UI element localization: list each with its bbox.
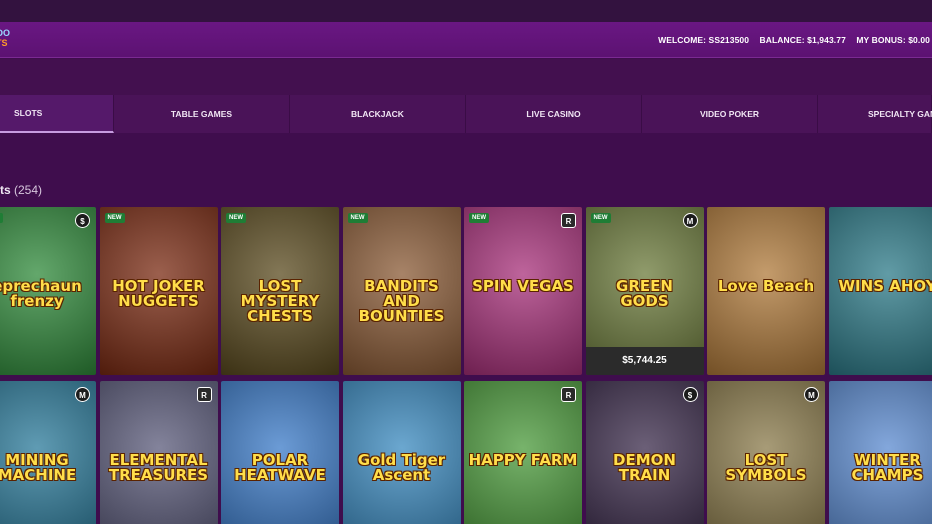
game-tile[interactable]: SPIN VEGAS NEW R — [464, 207, 582, 375]
game-title: WINS AHOY — [838, 277, 932, 295]
game-title: LOST MYSTERY CHESTS — [240, 277, 320, 325]
game-title: GREEN GODS — [616, 277, 673, 310]
provider-icon: R — [561, 387, 576, 402]
provider-icon: R — [196, 387, 212, 402]
tab-live-casino[interactable]: LIVE CASINO — [466, 95, 642, 133]
provider-icon: M — [804, 387, 819, 402]
tab-slots[interactable]: SLOTS — [0, 95, 114, 133]
game-tile[interactable]: DEMON TRAIN $ — [585, 381, 704, 524]
game-title: Love Beach — [717, 277, 815, 295]
site-header: OO TS WELCOME: SS213500 BALANCE: $1,943.… — [0, 22, 932, 58]
game-tile[interactable]: Gold Tiger Ascent — [342, 381, 461, 524]
provider-icon: $ — [75, 213, 90, 228]
game-title: POLAR HEATWAVE — [234, 451, 326, 484]
new-badge: NEW — [226, 213, 246, 223]
balance-text: BALANCE: $1,943.77 — [759, 35, 846, 45]
game-tile[interactable]: Love Beach — [707, 207, 825, 375]
game-tile[interactable]: LOST MYSTERY CHESTS NEW — [221, 207, 339, 375]
game-title: SPIN VEGAS — [472, 277, 574, 295]
provider-icon: R — [561, 213, 576, 228]
welcome-text: WELCOME: SS213500 — [658, 35, 750, 45]
logo-bottom-text: TS — [0, 38, 8, 48]
new-badge: NEW — [590, 213, 611, 223]
tab-video-poker[interactable]: VIDEO POKER — [642, 95, 818, 133]
section-count: (254) — [14, 183, 43, 197]
header-band — [0, 59, 932, 95]
bonus-link[interactable]: MY BONUS: $0.00 — [856, 35, 930, 45]
provider-icon: M — [682, 213, 698, 228]
site-logo[interactable]: OO TS — [0, 28, 16, 52]
game-tile[interactable]: BANDITS AND BOUNTIES NEW — [342, 207, 461, 375]
top-strip — [0, 0, 932, 22]
game-title: eprechaun frenzy — [0, 277, 82, 310]
section-title: ts — [0, 183, 11, 197]
jackpot-amount: $5,744.25 — [585, 347, 704, 375]
logo-top-text: OO — [0, 28, 11, 38]
provider-icon: $ — [682, 387, 698, 402]
tab-blackjack[interactable]: BLACKJACK — [290, 95, 466, 133]
game-title: MINING MACHINE — [0, 451, 77, 484]
tab-specialty-games[interactable]: SPECIALTY GAM — [818, 95, 932, 133]
game-tile[interactable]: GREEN GODS NEW M $5,744.25 — [585, 207, 704, 375]
game-tile[interactable]: POLAR HEATWAVE — [221, 381, 339, 524]
tab-table-games[interactable]: TABLE GAMES — [114, 95, 290, 133]
game-tile[interactable]: LOST SYMBOLS M — [707, 381, 825, 524]
game-title: HAPPY FARM — [468, 451, 578, 469]
game-tile[interactable]: WINS AHOY — [828, 207, 932, 375]
game-title: ELEMENTAL TREASURES — [108, 451, 209, 484]
game-title: WINTER CHAMPS — [851, 451, 924, 484]
game-title: HOT JOKER NUGGETS — [112, 277, 205, 310]
game-tile[interactable]: ELEMENTAL TREASURES R — [99, 381, 218, 524]
game-tile[interactable]: HOT JOKER NUGGETS NEW — [99, 207, 218, 375]
new-badge: NEW — [104, 213, 125, 223]
new-badge: NEW — [469, 213, 489, 223]
new-badge: NEW — [347, 213, 368, 223]
game-title: Gold Tiger Ascent — [357, 451, 446, 484]
game-tile[interactable]: eprechaun frenzy NEW $ — [0, 207, 96, 375]
section-heading: ts (254) — [0, 183, 42, 197]
game-title: DEMON TRAIN — [613, 451, 676, 484]
user-info: WELCOME: SS213500 BALANCE: $1,943.77 MY … — [650, 35, 930, 45]
game-tile[interactable]: WINTER CHAMPS — [828, 381, 932, 524]
category-tabs: SLOTS TABLE GAMES BLACKJACK LIVE CASINO … — [0, 95, 932, 133]
game-title: BANDITS AND BOUNTIES — [358, 277, 445, 325]
game-tile[interactable]: HAPPY FARM R — [464, 381, 582, 524]
game-title: LOST SYMBOLS — [725, 451, 807, 484]
game-tile[interactable]: MINING MACHINE M — [0, 381, 96, 524]
provider-icon: M — [75, 387, 90, 402]
new-badge: NEW — [0, 213, 3, 223]
